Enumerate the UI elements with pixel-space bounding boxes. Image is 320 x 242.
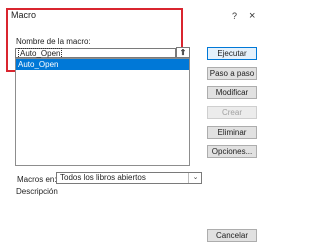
cancel-button[interactable]: Cancelar: [207, 229, 257, 242]
close-icon[interactable]: ×: [249, 10, 255, 22]
step-into-button[interactable]: Paso a paso: [207, 67, 257, 80]
execute-button[interactable]: Ejecutar: [207, 47, 257, 60]
macros-in-label: Macros en:: [17, 175, 57, 184]
options-button[interactable]: Opciones...: [207, 145, 257, 158]
delete-button[interactable]: Eliminar: [207, 126, 257, 139]
help-icon[interactable]: ?: [232, 11, 237, 21]
macro-list[interactable]: Auto_Open: [15, 58, 190, 166]
chevron-down-icon[interactable]: ⌄: [188, 173, 202, 183]
modify-button[interactable]: Modificar: [207, 86, 257, 99]
list-item[interactable]: Auto_Open: [16, 59, 189, 70]
macro-name-input[interactable]: Auto_Open: [15, 48, 176, 59]
macros-in-value: Todos los libros abiertos: [60, 173, 146, 182]
upload-arrow-icon[interactable]: ⇑: [176, 47, 190, 58]
description-label: Descripción: [16, 187, 58, 196]
macros-in-select[interactable]: Todos los libros abiertos: [56, 172, 202, 184]
macro-name-label: Nombre de la macro:: [16, 37, 91, 46]
create-button[interactable]: Crear: [207, 106, 257, 119]
